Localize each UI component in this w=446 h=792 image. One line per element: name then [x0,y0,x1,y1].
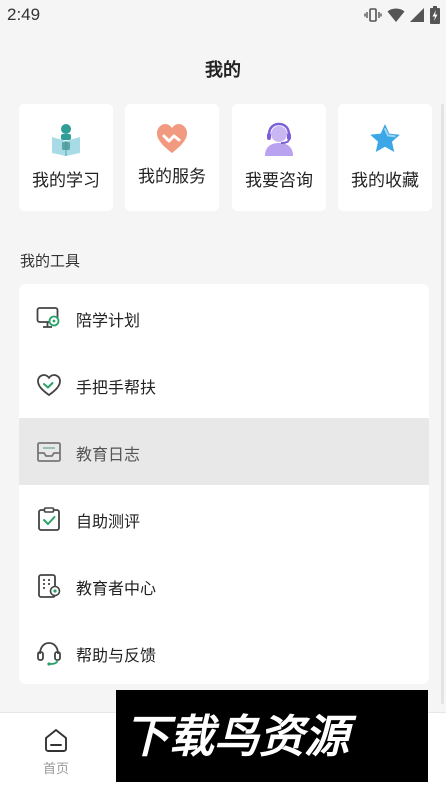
page-title: 我的 [205,60,241,81]
tool-item-companion-plan[interactable]: 陪学计划 [19,284,429,351]
wifi-icon [387,7,405,23]
scrollbar[interactable] [441,104,444,704]
shortcut-favorites[interactable]: 我的收藏 [338,104,432,211]
watermark-logo: 下载鸟资源 [116,690,428,782]
vibrate-icon [364,6,382,24]
tools-list: 陪学计划 手把手帮扶 教育日志 自助测评 教育者中心 帮助与反馈 [19,284,429,684]
heart-handshake-icon [125,122,219,156]
building-id-icon [36,573,62,599]
tool-label: 自助测评 [76,512,141,531]
tool-label: 教育者中心 [76,579,157,598]
tool-item-hand-in-hand[interactable]: 手把手帮扶 [19,351,429,418]
tool-item-self-assessment[interactable]: 自助测评 [19,485,429,552]
tool-label: 手把手帮扶 [76,378,157,397]
shortcut-consult[interactable]: 我要咨询 [232,104,326,211]
inbox-icon [36,439,62,465]
reading-student-icon [19,122,113,156]
nav-home-tab[interactable]: 首页 [26,725,86,781]
tool-label: 陪学计划 [76,311,141,330]
shortcut-my-learning[interactable]: 我的学习 [19,104,113,211]
shortcut-label: 我的收藏 [351,171,419,191]
monitor-gear-icon [36,305,62,331]
watermark-text: 下载鸟资源 [124,710,350,763]
shortcut-label: 我的服务 [138,167,206,187]
star-icon [338,122,432,156]
status-bar: 2:49 [0,0,446,32]
tool-item-help-feedback[interactable]: 帮助与反馈 [19,619,429,684]
tool-item-educator-center[interactable]: 教育者中心 [19,552,429,619]
home-icon [43,727,69,757]
section-title: 我的工具 [20,252,81,270]
headset-icon [36,640,62,666]
heart-hand-icon [36,372,62,398]
tool-label: 教育日志 [76,445,141,464]
nav-home-label: 首页 [42,762,69,777]
status-icons [364,6,440,24]
shortcut-label: 我要咨询 [245,171,313,191]
status-time: 2:49 [7,5,41,24]
clipboard-check-icon [36,506,62,532]
battery-charging-icon [430,6,440,24]
headset-advisor-icon [232,122,326,156]
tool-label: 帮助与反馈 [76,646,157,665]
shortcut-label: 我的学习 [32,171,100,191]
tool-item-education-log[interactable]: 教育日志 [19,418,429,485]
screen: 2:49 我的 我的学习 我的服务 我要咨询 我的收藏 我的工具 陪学计划 手把… [0,0,446,792]
shortcut-my-services[interactable]: 我的服务 [125,104,219,211]
signal-icon [410,7,425,23]
